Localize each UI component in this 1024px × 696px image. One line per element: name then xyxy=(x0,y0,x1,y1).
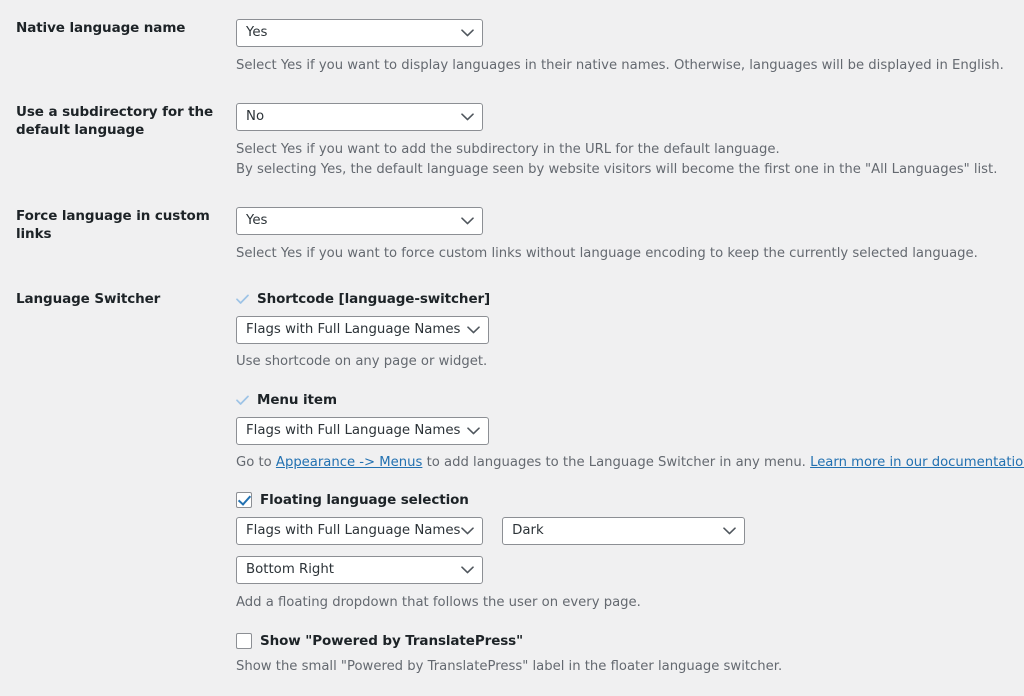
label-native-language-name: Native language name xyxy=(16,20,186,36)
description-menu-item-pre: Go to xyxy=(236,455,276,470)
native-language-name-select-value: Yes xyxy=(246,25,268,40)
subdirectory-default-language-select-value: No xyxy=(246,109,265,124)
description-subdirectory-line1: Select Yes if you want to add the subdir… xyxy=(236,142,780,157)
switcher-block-menu-item: Menu item Flags with Full Language Names… xyxy=(236,392,1024,473)
powered-by-title-row[interactable]: Show "Powered by TranslatePress" xyxy=(236,633,1016,649)
floating-style-select-value: Flags with Full Language Names xyxy=(246,523,461,538)
check-icon xyxy=(236,394,249,407)
floating-language-selection-checkbox[interactable] xyxy=(236,492,252,508)
subdirectory-default-language-select[interactable]: No xyxy=(236,103,483,131)
field-native-language-name: Yes Select Yes if you want to display la… xyxy=(236,19,1016,76)
show-powered-by-checkbox[interactable] xyxy=(236,633,252,649)
switcher-block-powered-by: Show "Powered by TranslatePress" Show th… xyxy=(236,633,1016,677)
menu-item-style-select[interactable]: Flags with Full Language Names xyxy=(236,417,489,445)
link-appearance-menus[interactable]: Appearance -> Menus xyxy=(276,455,422,470)
field-subdirectory-default-language: No Select Yes if you want to add the sub… xyxy=(236,103,1016,180)
link-documentation[interactable]: Learn more in our documentation. xyxy=(810,455,1024,470)
floating-title-row[interactable]: Floating language selection xyxy=(236,492,1016,508)
shortcode-label: Shortcode [language-switcher] xyxy=(257,291,491,307)
floating-position-select[interactable]: Bottom Right xyxy=(236,556,483,584)
settings-page: Native language name Yes Select Yes if y… xyxy=(0,0,1024,696)
description-force-language-custom-links: Select Yes if you want to force custom l… xyxy=(236,246,978,261)
force-language-custom-links-select[interactable]: Yes xyxy=(236,207,483,235)
floating-theme-select[interactable]: Dark xyxy=(502,517,746,545)
floating-language-selection-label: Floating language selection xyxy=(260,492,469,508)
field-language-switcher: Shortcode [language-switcher] Flags with… xyxy=(236,290,1024,677)
description-powered-by: Show the small "Powered by TranslatePres… xyxy=(236,659,783,674)
field-force-language-custom-links: Yes Select Yes if you want to force cust… xyxy=(236,207,1016,264)
floating-position-select-value: Bottom Right xyxy=(246,562,335,577)
description-floating: Add a floating dropdown that follows the… xyxy=(236,595,641,610)
menu-item-style-select-value: Flags with Full Language Names xyxy=(246,423,461,438)
show-powered-by-label: Show "Powered by TranslatePress" xyxy=(260,633,524,649)
check-icon xyxy=(236,293,249,306)
floating-selects-row-1: Flags with Full Language Names Dark xyxy=(236,517,1016,545)
floating-style-select[interactable]: Flags with Full Language Names xyxy=(236,517,483,545)
shortcode-style-select-value: Flags with Full Language Names xyxy=(246,322,461,337)
switcher-block-floating: Floating language selection Flags with F… xyxy=(236,492,1016,613)
menu-item-label: Menu item xyxy=(257,392,337,408)
label-force-language-custom-links: Force language in custom links xyxy=(16,208,210,243)
description-shortcode: Use shortcode on any page or widget. xyxy=(236,354,488,369)
description-subdirectory-line2: By selecting Yes, the default language s… xyxy=(236,162,998,177)
native-language-name-select[interactable]: Yes xyxy=(236,19,483,47)
switcher-block-shortcode: Shortcode [language-switcher] Flags with… xyxy=(236,291,1016,372)
label-subdirectory-default-language: Use a subdirectory for the default langu… xyxy=(16,104,214,139)
shortcode-title-row: Shortcode [language-switcher] xyxy=(236,291,1016,307)
shortcode-style-select[interactable]: Flags with Full Language Names xyxy=(236,316,489,344)
description-menu-item: Go to Appearance -> Menus to add languag… xyxy=(236,453,1024,473)
description-native-language-name: Select Yes if you want to display langua… xyxy=(236,58,1004,73)
floating-theme-select-value: Dark xyxy=(512,523,544,538)
floating-selects-row-2: Bottom Right xyxy=(236,556,1016,584)
label-language-switcher: Language Switcher xyxy=(16,291,161,307)
menu-item-title-row: Menu item xyxy=(236,392,1016,408)
force-language-custom-links-select-value: Yes xyxy=(246,213,268,228)
description-menu-item-mid: to add languages to the Language Switche… xyxy=(422,455,811,470)
